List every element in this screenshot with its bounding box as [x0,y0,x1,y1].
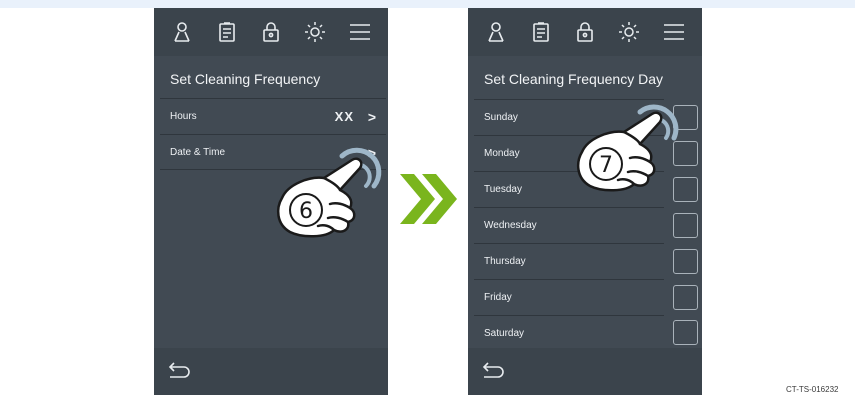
page-title: Set Cleaning Frequency [170,71,321,87]
chevron-right-icon: > [367,109,376,125]
document-icon [532,22,549,42]
back-button[interactable] [478,358,508,384]
top-toolbar [154,8,388,56]
menu-button[interactable] [660,18,688,46]
checkbox-friday[interactable] [673,285,698,310]
user-button[interactable] [168,18,196,46]
brightness-button[interactable] [615,18,643,46]
hours-value: XX [334,109,354,124]
checkbox-thursday[interactable] [673,249,698,274]
back-button[interactable] [164,358,194,384]
lock-button[interactable] [257,18,285,46]
date-time-label: Date & Time [170,147,226,158]
tap-hand-step-6-icon: 6 [276,147,382,238]
document-button[interactable] [527,18,555,46]
user-icon [174,22,190,42]
back-icon [168,362,190,378]
menu-button[interactable] [346,18,374,46]
brightness-icon [619,22,640,42]
checkbox-wednesday[interactable] [673,213,698,238]
document-button[interactable] [213,18,241,46]
brightness-button[interactable] [301,18,329,46]
back-icon [482,362,504,378]
bottom-toolbar [154,348,388,395]
lock-button[interactable] [571,18,599,46]
day-row-saturday[interactable]: Saturday [474,315,664,348]
hours-row[interactable]: Hours XX > [160,98,386,134]
menu-icon [663,24,684,40]
tap-hand-step-7-icon: 7 [576,104,679,192]
bottom-toolbar [468,348,702,395]
document-icon [218,22,235,42]
user-button[interactable] [482,18,510,46]
day-row-wednesday[interactable]: Wednesday [474,207,664,243]
page-title: Set Cleaning Frequency Day [484,71,663,87]
lock-icon [577,22,593,42]
hours-label: Hours [170,111,197,122]
day-row-friday[interactable]: Friday [474,279,664,315]
step-7-number: 7 [599,153,613,178]
figure-code: CT-TS-016232 [786,385,839,394]
user-icon [488,22,504,42]
lock-icon [263,22,279,42]
next-step-arrow-icon [400,174,457,224]
day-row-thursday[interactable]: Thursday [474,243,664,279]
checkbox-saturday[interactable] [673,320,698,345]
step-6-number: 6 [299,199,313,224]
top-band [0,0,855,8]
screen-frequency-day: Set Cleaning Frequency Day Sunday Monday… [468,8,702,395]
brightness-icon [305,22,326,42]
top-toolbar [468,8,702,56]
menu-icon [349,24,370,40]
